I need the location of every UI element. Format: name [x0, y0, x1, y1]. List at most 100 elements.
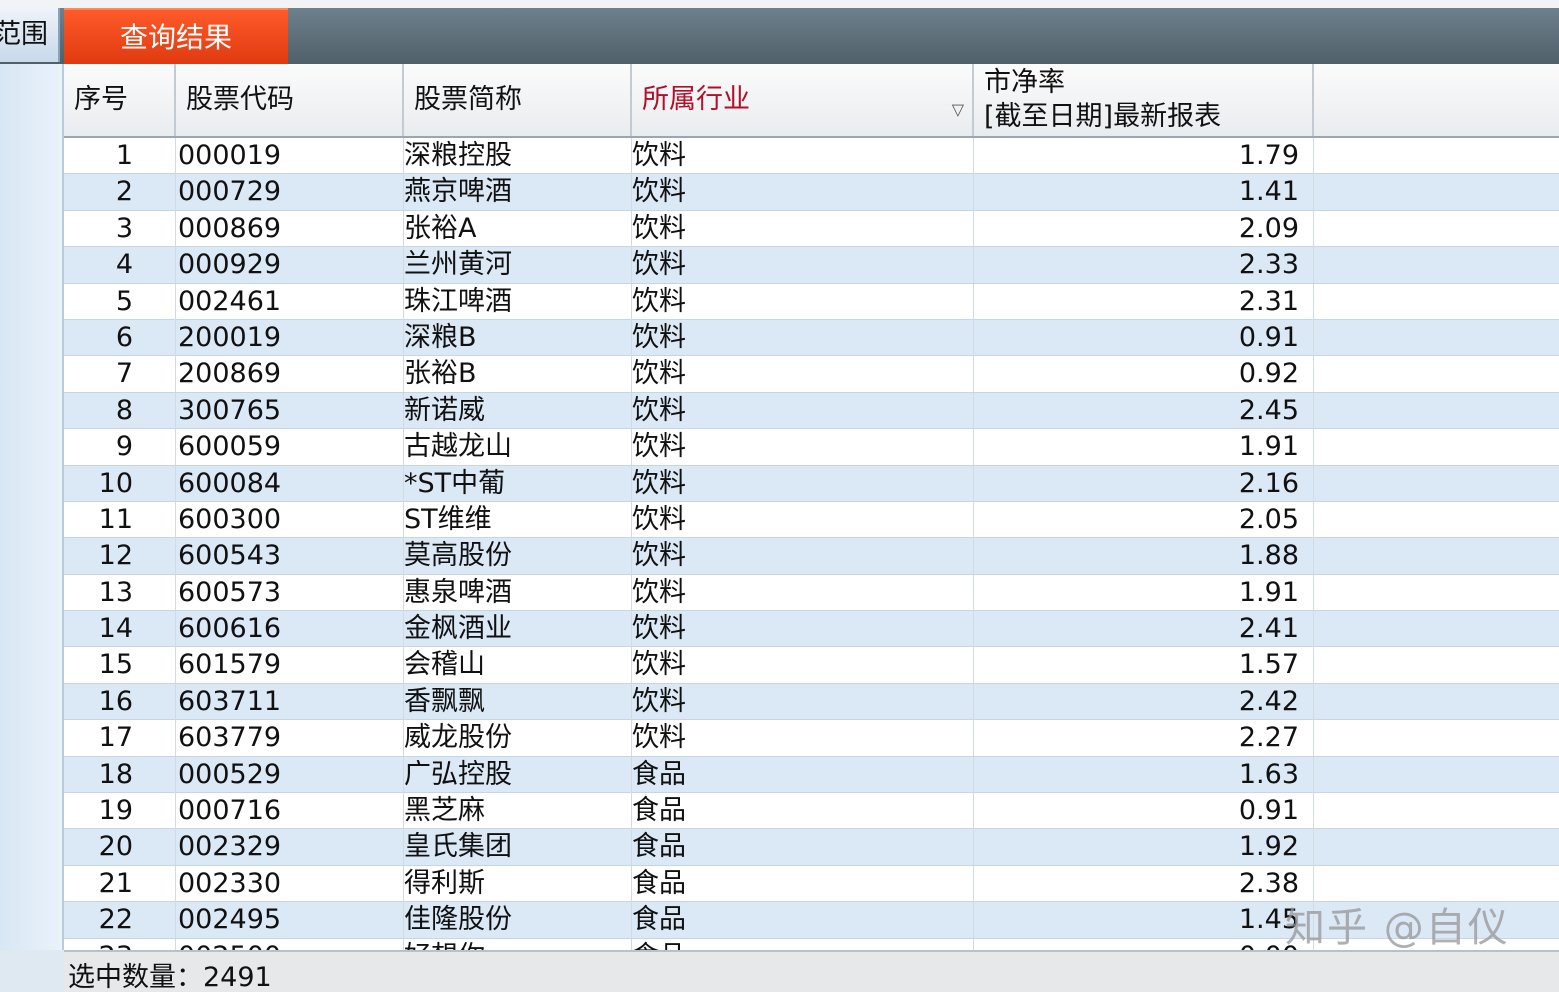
cell-pb-ratio: 0.91	[974, 319, 1314, 356]
cell-stock-name: 会稽山	[404, 647, 632, 684]
table-row[interactable]: 7 200869 张裕B 饮料 0.92	[64, 356, 1559, 393]
selected-count: 选中数量：2491	[68, 962, 272, 992]
table-row[interactable]: 6 200019 深粮B 饮料 0.91	[64, 319, 1559, 357]
cell-industry: 饮料	[632, 283, 974, 320]
cell-seq: 4	[64, 247, 176, 284]
cell-seq: 18	[64, 756, 176, 793]
cell-seq: 8	[64, 392, 176, 429]
header-seq[interactable]: 序号	[64, 64, 176, 136]
table-row[interactable]: 16 603711 香飘飘 饮料 2.42	[64, 683, 1559, 721]
table-row[interactable]: 14 600616 金枫酒业 饮料 2.41	[64, 611, 1559, 648]
tab-query-results[interactable]: 查询结果	[64, 8, 288, 64]
table-row[interactable]: 17 603779 威龙股份 饮料 2.27	[64, 720, 1559, 757]
cell-stock-name: 金枫酒业	[404, 611, 632, 648]
cell-pb-ratio: 1.79	[974, 138, 1314, 174]
header-pb-line1: 市净率	[984, 67, 1065, 98]
cell-industry: 饮料	[632, 538, 974, 575]
cell-industry: 饮料	[632, 356, 974, 393]
cell-seq: 22	[64, 902, 176, 939]
table-row[interactable]: 11 600300 ST维维 饮料 2.05	[64, 501, 1559, 539]
table-row[interactable]: 19 000716 黑芝麻 食品 0.91	[64, 793, 1559, 830]
cell-industry: 饮料	[632, 174, 974, 211]
table-row[interactable]: 10 600084 *ST中葡 饮料 2.16	[64, 465, 1559, 502]
cell-industry: 饮料	[632, 247, 974, 284]
cell-stock-name: 香飘飘	[404, 683, 632, 720]
cell-industry: 饮料	[632, 138, 974, 174]
cell-stock-code: 002461	[176, 283, 404, 320]
table-row[interactable]: 15 601579 会稽山 饮料 1.57	[64, 647, 1559, 684]
table-row[interactable]: 18 000529 广弘控股 食品 1.63	[64, 756, 1559, 794]
cell-stock-code: 600300	[176, 501, 404, 538]
cell-industry: 饮料	[632, 611, 974, 648]
cell-seq: 23	[64, 938, 176, 950]
cell-pb-ratio: 1.91	[974, 574, 1314, 611]
table-row[interactable]: 1 000019 深粮控股 饮料 1.79	[64, 138, 1559, 175]
cell-seq: 14	[64, 611, 176, 648]
cell-stock-name: 惠泉啤酒	[404, 574, 632, 611]
cell-pb-ratio: 2.16	[974, 465, 1314, 502]
filter-icon[interactable]: ▽	[952, 74, 964, 146]
cell-stock-code: 002330	[176, 865, 404, 902]
cell-stock-code: 000019	[176, 138, 404, 174]
cell-stock-name: 皇氏集团	[404, 829, 632, 866]
cell-stock-code: 603779	[176, 720, 404, 757]
cell-industry: 食品	[632, 756, 974, 793]
table-header: 序号 股票代码 股票简称 所属行业 ▽ 市净率 [截至日期]最新报表	[64, 64, 1559, 138]
table-row[interactable]: 2 000729 燕京啤酒 饮料 1.41	[64, 174, 1559, 211]
cell-pb-ratio: 0.00	[974, 938, 1314, 950]
cell-stock-code: 000529	[176, 756, 404, 793]
cell-stock-code: 002500	[176, 938, 404, 950]
app-window: 范围 查询结果 序号 股票代码 股票简称 所属行业 ▽ 市净率 [截至日期]最新…	[0, 0, 1559, 992]
table-row[interactable]: 4 000929 兰州黄河 饮料 2.33	[64, 247, 1559, 284]
table-row[interactable]: 8 300765 新诺威 饮料 2.45	[64, 392, 1559, 430]
cell-pb-ratio: 1.92	[974, 829, 1314, 866]
cell-industry: 饮料	[632, 210, 974, 247]
cell-stock-code: 000716	[176, 793, 404, 830]
header-pb-ratio[interactable]: 市净率 [截至日期]最新报表	[974, 64, 1314, 136]
cell-stock-name: 燕京啤酒	[404, 174, 632, 211]
cell-pb-ratio: 2.41	[974, 611, 1314, 648]
cell-pb-ratio: 1.91	[974, 429, 1314, 466]
cell-stock-code: 600059	[176, 429, 404, 466]
left-side-panel	[0, 64, 64, 950]
cell-seq: 13	[64, 574, 176, 611]
cell-industry: 饮料	[632, 501, 974, 538]
table-row[interactable]: 20 002329 皇氏集团 食品 1.92	[64, 829, 1559, 866]
cell-stock-name: 张裕A	[404, 210, 632, 247]
cell-stock-name: ST维维	[404, 501, 632, 538]
cell-seq: 1	[64, 138, 176, 174]
header-industry[interactable]: 所属行业 ▽	[632, 64, 974, 136]
header-stock-name[interactable]: 股票简称	[404, 64, 632, 136]
cell-industry: 食品	[632, 793, 974, 830]
table-row[interactable]: 3 000869 张裕A 饮料 2.09	[64, 210, 1559, 248]
table-row[interactable]: 12 600543 莫高股份 饮料 1.88	[64, 538, 1559, 575]
cell-stock-name: 新诺威	[404, 392, 632, 429]
cell-pb-ratio: 0.91	[974, 793, 1314, 830]
cell-pb-ratio: 1.63	[974, 756, 1314, 793]
cell-stock-code: 000729	[176, 174, 404, 211]
cell-industry: 饮料	[632, 465, 974, 502]
table-row[interactable]: 9 600059 古越龙山 饮料 1.91	[64, 429, 1559, 466]
cell-industry: 饮料	[632, 683, 974, 720]
cell-seq: 6	[64, 319, 176, 356]
cell-industry: 食品	[632, 938, 974, 950]
table-body: 1 000019 深粮控股 饮料 1.79 2 000729 燕京啤酒 饮料 1.41 3 00086…	[64, 138, 1559, 950]
status-bar: 选中数量：2491	[64, 950, 1559, 992]
cell-seq: 20	[64, 829, 176, 866]
cell-industry: 饮料	[632, 720, 974, 757]
cell-pb-ratio: 2.45	[974, 392, 1314, 429]
cell-seq: 3	[64, 210, 176, 247]
cell-industry: 饮料	[632, 429, 974, 466]
tab-bar: 范围 查询结果	[0, 0, 1559, 64]
cell-stock-code: 600616	[176, 611, 404, 648]
cell-seq: 19	[64, 793, 176, 830]
cell-pb-ratio: 1.88	[974, 538, 1314, 575]
watermark: 知乎 @自仪	[1285, 905, 1510, 951]
cell-pb-ratio: 2.05	[974, 501, 1314, 538]
header-stock-code[interactable]: 股票代码	[176, 64, 404, 136]
results-table: 序号 股票代码 股票简称 所属行业 ▽ 市净率 [截至日期]最新报表 1 0000…	[64, 64, 1559, 950]
table-row[interactable]: 5 002461 珠江啤酒 饮料 2.31	[64, 283, 1559, 320]
cell-industry: 食品	[632, 829, 974, 866]
table-row[interactable]: 13 600573 惠泉啤酒 饮料 1.91	[64, 574, 1559, 612]
tab-range[interactable]: 范围	[0, 8, 60, 62]
